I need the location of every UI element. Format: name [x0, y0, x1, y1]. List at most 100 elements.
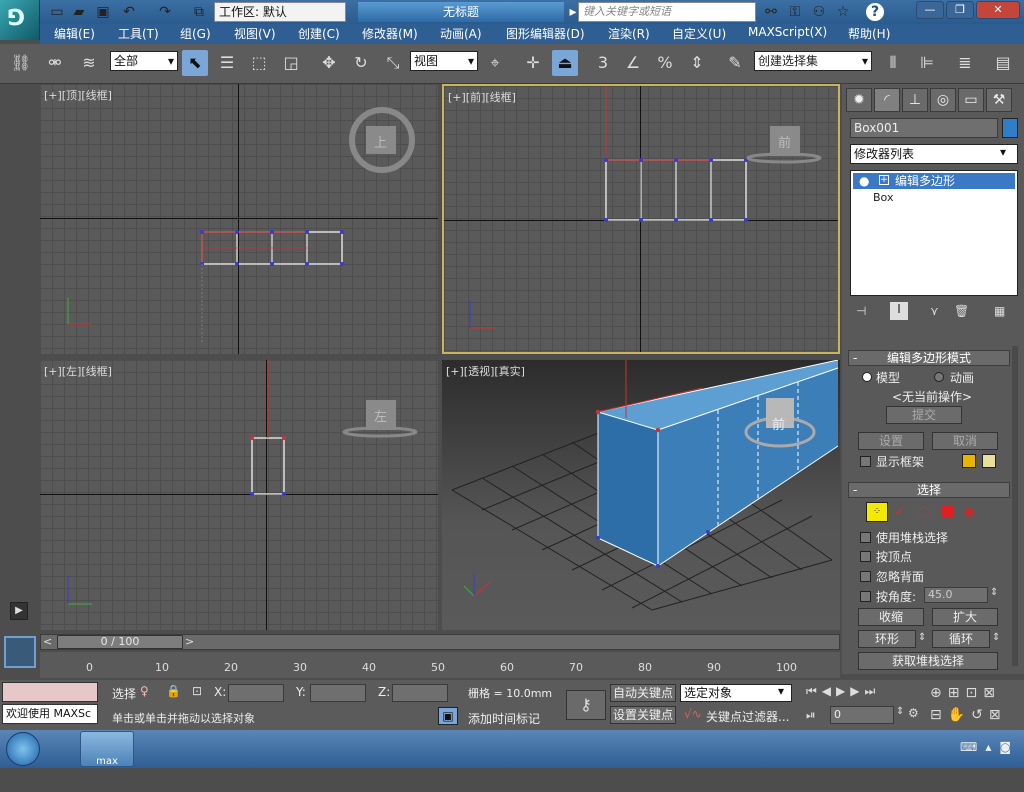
system-tray-icons[interactable]: ⌨▴◙ [960, 740, 1019, 754]
menu-edit[interactable]: 编辑(E) [54, 25, 95, 42]
configure-modifier-sets-icon[interactable]: ▦ [994, 304, 1005, 318]
undo-icon[interactable]: ↶ [120, 3, 138, 21]
key-icon[interactable]: ⚿ [786, 3, 804, 21]
frame-spinner-icon[interactable]: ⇕ [896, 706, 904, 717]
viewport-navigation-controls[interactable]: ⊕⊞⊡⊠ ⊟✋↺⊠ [930, 682, 1022, 726]
absolute-mode-icon[interactable]: ⊡ [192, 684, 202, 698]
viewcube-perspective[interactable]: 前 [772, 414, 785, 433]
modifier-list-dropdown[interactable]: 修改器列表 [850, 144, 1018, 164]
reference-coordinate-dropdown[interactable]: 视图 [410, 51, 478, 71]
shrink-button[interactable]: 收缩 [858, 608, 924, 626]
select-by-name-icon[interactable]: ☰ [214, 50, 240, 76]
viewcube-left[interactable]: 左 [374, 406, 387, 425]
menu-modifiers[interactable]: 修改器(M) [362, 25, 418, 42]
menu-tools[interactable]: 工具(T) [118, 25, 159, 42]
viewport-left-label[interactable]: [+][左][线框] [44, 363, 112, 379]
menu-rendering[interactable]: 渲染(R) [608, 25, 650, 42]
ignore-backfacing-checkbox[interactable] [860, 571, 871, 582]
utilities-tab-icon[interactable]: ⚒ [986, 88, 1012, 112]
pin-stack-icon[interactable]: ⊣ [856, 304, 866, 318]
use-stack-selection-checkbox[interactable] [860, 532, 871, 543]
modify-tab-icon[interactable]: ◜ [874, 88, 900, 112]
grow-button[interactable]: 扩大 [932, 608, 998, 626]
object-name-field[interactable]: Box001 [850, 118, 998, 138]
loop-button[interactable]: 循环 [932, 630, 990, 648]
menu-group[interactable]: 组(G) [180, 25, 211, 42]
motion-tab-icon[interactable]: ◎ [930, 88, 956, 112]
add-time-tag-label[interactable]: 添加时间标记 [468, 710, 540, 727]
mirror-icon[interactable]: ⫴ [880, 50, 906, 76]
viewport-front[interactable]: [+][前][线框] 前 [442, 84, 840, 354]
by-vertex-checkbox[interactable] [860, 551, 871, 562]
new-file-icon[interactable]: ▭ [48, 3, 66, 21]
spinner-snap-icon[interactable]: ⇕ [684, 50, 710, 76]
workspace-dropdown[interactable]: 工作区: 默认 [214, 2, 346, 22]
key-selection-arrow-icon[interactable]: ▾ [778, 684, 784, 698]
x-coord-field[interactable] [228, 684, 284, 702]
select-and-link-icon[interactable]: ⛓ [8, 50, 34, 76]
expand-plus-icon[interactable]: + [879, 175, 889, 185]
key-filters-button[interactable]: 关键点过滤器... [706, 708, 789, 725]
help-icon[interactable]: ? [866, 3, 884, 21]
project-folder-icon[interactable]: ⧉ [190, 3, 208, 21]
maximize-button[interactable]: ❐ [946, 1, 974, 19]
app-logo-icon[interactable]: ⅁ [0, 0, 40, 40]
viewport-front-label[interactable]: [+][前][线框] [448, 89, 516, 105]
y-coord-field[interactable] [310, 684, 366, 702]
save-file-icon[interactable]: ▣ [94, 3, 112, 21]
settings-button[interactable]: 设置 [858, 432, 924, 450]
remove-modifier-icon[interactable]: 🗑 [954, 304, 969, 318]
by-angle-checkbox[interactable] [860, 591, 871, 602]
snap-toggle-icon[interactable]: 3 [590, 50, 616, 76]
cancel-button[interactable]: 取消 [932, 432, 998, 450]
vertex-mode-icon[interactable]: ⁘ [866, 502, 888, 522]
loop-spinner-icon[interactable]: ⇕ [992, 632, 1000, 643]
bind-space-warp-icon[interactable]: ≋ [76, 50, 102, 76]
menu-animation[interactable]: 动画(A) [440, 25, 482, 42]
selection-lock-icon[interactable]: 🔒 [166, 684, 181, 698]
window-crossing-icon[interactable]: ◲ [278, 50, 304, 76]
command-panel-scrollbar[interactable] [1012, 346, 1018, 666]
move-icon[interactable]: ✥ [316, 50, 342, 76]
rollout-selection[interactable]: - 选择 [848, 482, 1010, 498]
model-radio[interactable] [862, 372, 872, 382]
maxscript-listener-mini[interactable] [2, 682, 98, 702]
time-slider-thumb[interactable]: 0 / 100 [57, 635, 183, 649]
select-and-manipulate-icon[interactable]: ✛ [520, 50, 546, 76]
menu-help[interactable]: 帮助(H) [848, 25, 890, 42]
viewport-perspective-label[interactable]: [+][透视][真实] [446, 363, 525, 379]
selection-filter-dropdown[interactable]: 全部 [110, 51, 178, 71]
unlink-icon[interactable]: ⚮ [42, 50, 68, 76]
menu-create[interactable]: 创建(C) [298, 25, 340, 42]
redo-icon[interactable]: ↷ [156, 3, 174, 21]
viewcube-top[interactable]: 上 [374, 132, 387, 151]
get-stack-selection-button[interactable]: 获取堆栈选择 [858, 652, 998, 670]
percent-snap-icon[interactable]: % [652, 50, 678, 76]
track-bar[interactable]: 0 10 20 30 40 50 60 70 80 90 100 [40, 652, 840, 678]
welcome-text[interactable]: 欢迎使用 MAXSc [2, 704, 98, 724]
modifier-list-arrow-icon[interactable]: ▾ [1000, 145, 1006, 159]
search-input[interactable]: 键入关键字或短语 [578, 2, 756, 22]
minimize-button[interactable]: — [916, 1, 944, 19]
border-mode-icon[interactable]: ◌ [918, 504, 930, 520]
viewport-top-label[interactable]: [+][顶][线框] [44, 87, 112, 103]
open-file-icon[interactable]: ▰ [70, 3, 88, 21]
show-end-result-icon[interactable]: I [890, 302, 908, 320]
viewcube-front[interactable]: 前 [778, 132, 791, 151]
time-slider[interactable]: < 0 / 100 > [40, 634, 840, 650]
stack-item-box[interactable]: Box [873, 191, 893, 204]
cage-color-swatch[interactable] [962, 454, 976, 468]
playback-controls[interactable]: ⏮◀▶▶⏭ [806, 684, 880, 699]
named-selection-set-dropdown[interactable]: 创建选择集 [754, 51, 872, 71]
keyboard-shortcut-override-icon[interactable]: ⏏ [552, 50, 578, 76]
object-color-swatch[interactable] [1002, 118, 1018, 138]
menu-maxscript[interactable]: MAXScript(X) [748, 25, 827, 39]
binoculars-icon[interactable]: ⚯ [762, 3, 780, 21]
time-prev-icon[interactable]: < [43, 635, 52, 648]
z-coord-field[interactable] [392, 684, 448, 702]
time-next-icon[interactable]: > [185, 635, 194, 648]
display-tab-icon[interactable]: ▭ [958, 88, 984, 112]
layer-manager-icon[interactable]: ≣ [952, 50, 978, 76]
make-unique-icon[interactable]: ⋎ [930, 304, 939, 318]
viewport-perspective[interactable]: [+][透视][真实] 前 [442, 360, 840, 630]
